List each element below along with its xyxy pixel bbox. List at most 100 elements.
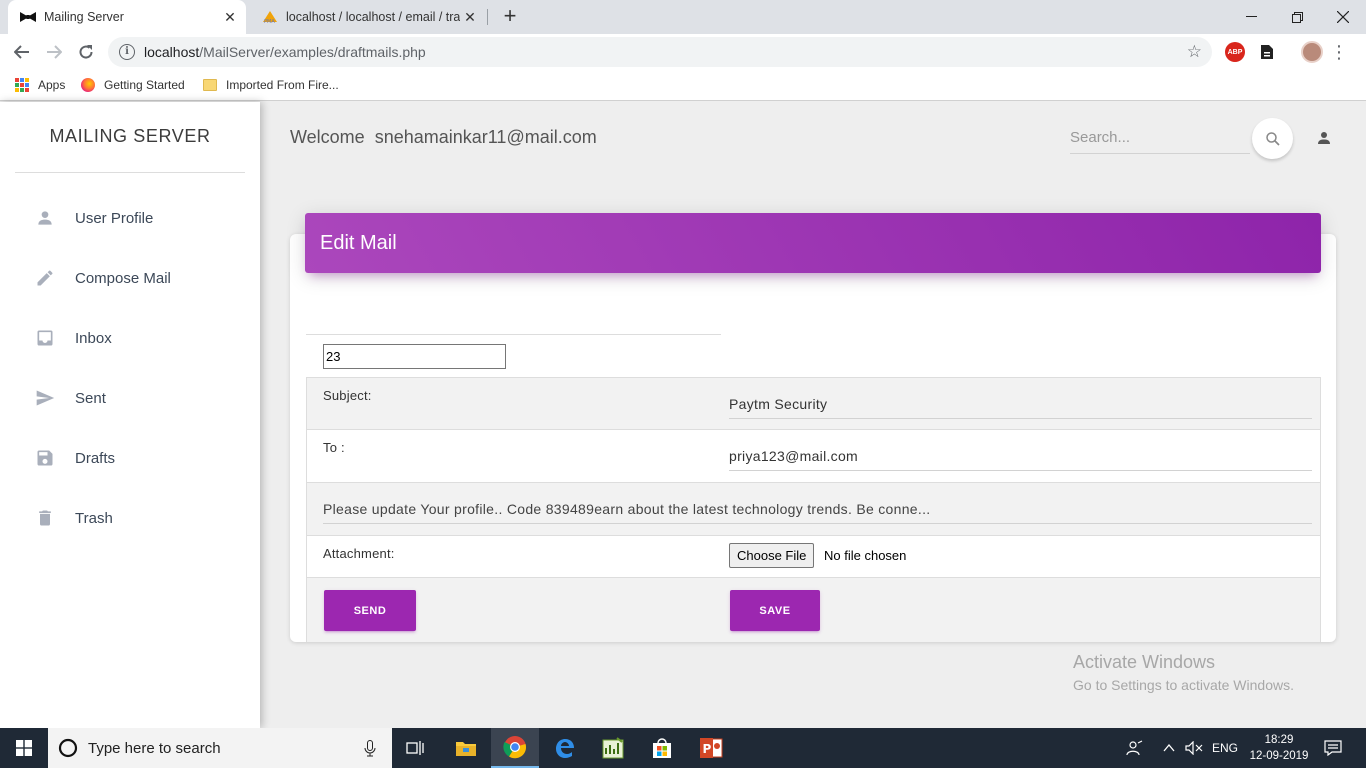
message-body-field[interactable]: Please update Your profile.. Code 839489… [323,501,1312,524]
mail-id-row [306,334,721,377]
bookmark-label: Apps [38,78,66,92]
restore-icon[interactable] [1274,0,1320,34]
notes-app-taskbar-button[interactable] [589,728,637,768]
sidebar-item-compose-mail[interactable]: Compose Mail [15,253,245,303]
edge-taskbar-button[interactable] [540,728,588,768]
address-bar[interactable]: i localhost/MailServer/examples/draftmai… [108,37,1212,67]
subject-label: Subject: [323,388,372,403]
sidebar-item-drafts[interactable]: Drafts [15,433,245,483]
save-button[interactable]: SAVE [730,590,820,631]
choose-file-button[interactable]: Choose File [729,543,815,568]
notification-center-icon[interactable] [1324,728,1342,768]
person-icon [1318,132,1330,144]
send-button[interactable]: SEND [324,590,416,631]
reload-icon[interactable] [72,38,100,66]
system-clock[interactable]: 18:29 12-09-2019 [1248,732,1310,764]
chart-app-icon [602,737,624,759]
edit-mail-form: Subject: Paytm Security To : priya123@ma… [306,334,1321,642]
user-account-button[interactable] [1312,126,1336,150]
tab-title: localhost / localhost / email / tra [286,10,460,24]
phpmyadmin-favicon-icon: PMA [262,9,278,25]
close-window-icon[interactable] [1320,0,1366,34]
microphone-icon[interactable] [364,740,376,757]
sidebar-item-user-profile[interactable]: User Profile [15,193,245,243]
language-indicator[interactable]: ENG [1212,728,1238,768]
forward-arrow-icon[interactable] [40,38,68,66]
powerpoint-taskbar-button[interactable]: P [687,728,735,768]
search-field [1070,122,1250,154]
browser-menu-icon[interactable]: ⋮ [1330,40,1348,64]
actions-row: SEND SAVE [306,577,1321,642]
close-tab-icon[interactable]: ✕ [220,9,240,26]
bookmark-star-icon[interactable]: ☆ [1187,42,1202,62]
tab-separator [487,9,488,25]
search-button[interactable] [1252,118,1293,159]
body-row: Please update Your profile.. Code 839489… [306,482,1321,535]
person-icon [33,206,57,230]
welcome-text: Welcome snehamainkar11@mail.com [290,127,597,147]
window-controls [1228,0,1366,34]
tab-phpmyadmin[interactable]: PMA localhost / localhost / email / tra … [250,0,486,34]
speaker-muted-icon[interactable] [1185,728,1203,768]
card-header: Edit Mail [305,213,1321,273]
save-icon [33,446,57,470]
bowtie-favicon-icon [20,9,36,25]
windows-logo-icon [16,740,32,756]
browser-tab-bar: Mailing Server ✕ PMA localhost / localho… [0,0,1366,34]
tab-title: Mailing Server [44,10,124,24]
tab-mailing-server[interactable]: Mailing Server ✕ [8,0,246,34]
minimize-icon[interactable] [1228,0,1274,34]
file-explorer-button[interactable] [442,728,490,768]
taskbar-search-text: Type here to search [88,739,221,757]
brand-title[interactable]: MAILING SERVER [15,126,245,147]
search-input[interactable] [1070,122,1250,152]
firefox-icon [81,78,95,92]
chrome-taskbar-button[interactable] [491,728,539,768]
sidebar-item-label: Drafts [75,449,116,467]
bookmarks-bar: Apps Getting Started Imported From Fire.… [0,70,1366,101]
task-view-button[interactable] [392,728,440,768]
sidebar-item-label: Trash [75,509,113,527]
attachment-label: Attachment: [323,546,395,561]
subject-field[interactable]: Paytm Security [729,396,1312,419]
divider [15,172,245,173]
browser-toolbar: i localhost/MailServer/examples/draftmai… [0,34,1366,70]
sidebar-item-label: User Profile [75,209,154,227]
people-icon[interactable] [1126,728,1144,768]
back-arrow-icon[interactable] [8,38,36,66]
sidebar-item-sent[interactable]: Sent [15,373,245,423]
watermark-subtitle: Go to Settings to activate Windows. [1073,677,1294,693]
folder-icon [456,742,476,756]
new-tab-button[interactable]: + [498,4,522,28]
chevron-up-icon[interactable] [1163,728,1175,768]
bookmark-apps[interactable]: Apps [15,77,65,93]
close-tab-icon[interactable]: ✕ [460,9,480,26]
store-taskbar-button[interactable] [638,728,686,768]
bookmark-imported[interactable]: Imported From Fire... [203,77,339,93]
pencil-icon [33,266,57,290]
task-view-icon [406,741,424,755]
adblock-extension-icon[interactable]: ABP [1225,42,1245,62]
bookmark-label: Imported From Fire... [226,78,339,92]
profile-avatar-icon[interactable] [1301,41,1323,63]
to-field[interactable]: priya123@mail.com [729,448,1312,471]
document-extension-icon[interactable] [1257,42,1277,62]
sidebar-item-label: Compose Mail [75,269,171,287]
bookmark-getting-started[interactable]: Getting Started [81,77,185,93]
mail-id-input[interactable] [323,344,506,369]
card-title: Edit Mail [320,231,397,254]
url-path: /MailServer/examples/draftmails.php [199,44,426,60]
taskbar-search-box[interactable]: Type here to search [48,728,392,768]
sidebar-item-trash[interactable]: Trash [15,493,245,543]
sidebar-item-inbox[interactable]: Inbox [15,313,245,363]
chrome-icon [503,736,527,759]
edge-icon [556,739,574,758]
apps-grid-icon [15,78,29,92]
start-button[interactable] [0,728,48,768]
send-icon [33,386,57,410]
svg-text:PMA: PMA [264,19,275,24]
clock-time: 18:29 [1264,734,1294,746]
to-row: To : priya123@mail.com [306,429,1321,482]
site-info-icon[interactable]: i [119,44,135,60]
windows-taskbar: Type here to search P ENG 18:29 12-09-20… [0,728,1366,768]
